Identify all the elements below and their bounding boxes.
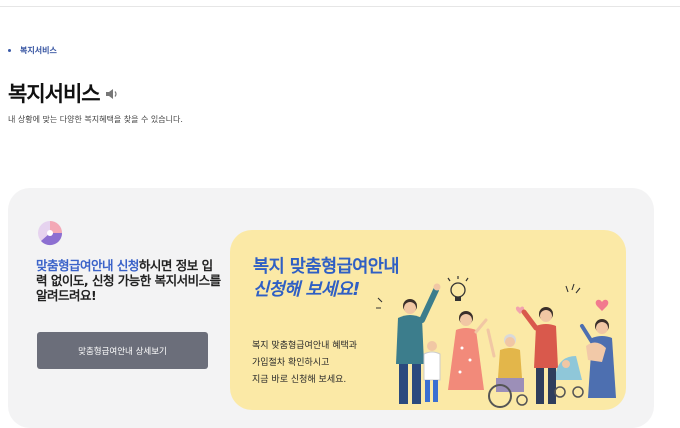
breadcrumb: 복지서비스 bbox=[8, 45, 57, 56]
page-description: 내 상황에 맞는 다양한 복지혜택을 찾을 수 있습니다. bbox=[8, 115, 183, 124]
lightbulb-icon bbox=[447, 276, 469, 301]
breadcrumb-link-welfare[interactable]: 복지서비스 bbox=[20, 45, 57, 56]
pie-chart-icon bbox=[37, 220, 63, 250]
promo-headline-highlight: 맞춤형급여안내 신청 bbox=[36, 258, 139, 273]
top-divider bbox=[0, 6, 680, 7]
detail-view-button[interactable]: 맞춤형급여안내 상세보기 bbox=[37, 332, 208, 369]
banner-body: 복지 맞춤형급여안내 혜택과 가입절차 확인하시고 지금 바로 신청해 보세요. bbox=[252, 338, 357, 389]
page-title: 복지서비스 bbox=[8, 82, 101, 106]
breadcrumb-bullet-icon bbox=[8, 49, 11, 52]
banner-body-line3: 지금 바로 신청해 보세요. bbox=[252, 375, 347, 385]
promo-headline: 맞춤형급여안내 신청하시면 정보 입력 없이도, 신청 가능한 복지서비스를 알… bbox=[36, 258, 221, 303]
banner-body-line2: 가입절차 확인하시고 bbox=[252, 358, 330, 368]
speaker-icon[interactable] bbox=[105, 85, 119, 104]
page-title-row: 복지서비스 bbox=[8, 78, 119, 108]
promo-banner[interactable]: 복지 맞춤형급여안내 신청해 보세요! 복지 맞춤형급여안내 혜택과 가입절차 … bbox=[230, 230, 626, 410]
banner-body-line1: 복지 맞춤형급여안내 혜택과 bbox=[252, 341, 358, 351]
families-illustration bbox=[376, 276, 616, 408]
heart-icon bbox=[595, 299, 609, 311]
